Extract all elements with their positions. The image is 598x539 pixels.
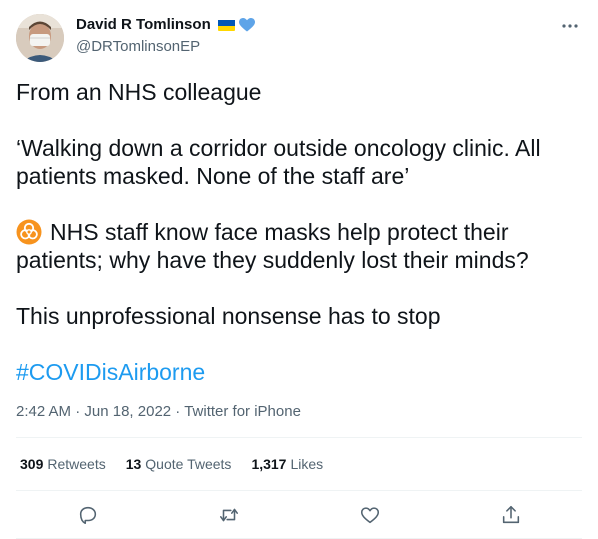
hashtag-link[interactable]: #COVIDisAirborne (16, 358, 205, 386)
tweet-paragraph: ‘Walking down a corridor outside oncolog… (16, 135, 541, 189)
like-icon (360, 507, 380, 524)
like-button[interactable] (357, 502, 383, 528)
retweets-count: 309 (20, 456, 44, 472)
tweet-source-link[interactable]: Twitter for iPhone (184, 403, 301, 420)
more-options-icon[interactable] (558, 14, 582, 38)
tweet-header: David R Tomlinson @DRTomlinsonEP (16, 12, 582, 62)
tweet-time-link[interactable]: 2:42 AM (16, 403, 71, 420)
share-icon (502, 505, 520, 524)
author-handle[interactable]: @DRTomlinsonEP (76, 38, 200, 55)
ukraine-flag-icon (217, 19, 235, 31)
likes-label: Likes (290, 456, 324, 472)
tweet-date-link[interactable]: Jun 18, 2022 (84, 403, 171, 420)
quote-tweets-stat[interactable]: 13 Quote Tweets (126, 456, 232, 472)
reply-button[interactable] (75, 502, 101, 528)
biohazard-icon (16, 219, 42, 245)
retweets-stat[interactable]: 309 Retweets (20, 456, 106, 472)
blue-heart-icon (238, 17, 255, 32)
retweets-label: Retweets (47, 456, 106, 472)
tweet-paragraph: From an NHS colleague (16, 79, 262, 105)
likes-count: 1,317 (251, 456, 287, 472)
engagement-stats: 309 Retweets 13 Quote Tweets 1,317 Likes (20, 456, 323, 472)
tweet-actions-bar (16, 500, 582, 530)
meta-separator: · (71, 403, 85, 420)
retweet-icon (219, 508, 239, 522)
reply-icon (79, 506, 97, 525)
quote-tweets-count: 13 (125, 456, 142, 472)
divider (16, 437, 582, 438)
tweet-paragraph: NHS staff know face masks help protect t… (16, 218, 576, 274)
author-name[interactable]: David R Tomlinson (76, 16, 211, 33)
likes-stat[interactable]: 1,317 Likes (251, 456, 323, 472)
avatar[interactable] (16, 14, 64, 62)
retweet-button[interactable] (216, 502, 242, 528)
author-name-row[interactable]: David R Tomlinson (76, 16, 255, 33)
share-button[interactable] (498, 502, 524, 528)
meta-separator: · (171, 403, 185, 420)
tweet-paragraph: This unprofessional nonsense has to stop (16, 303, 441, 329)
tweet-paragraph-text: NHS staff know face masks help protect t… (16, 219, 529, 273)
quote-tweets-label: Quote Tweets (145, 456, 232, 472)
divider (16, 490, 582, 491)
tweet-metadata: 2:42 AM · Jun 18, 2022 · Twitter for iPh… (16, 403, 301, 420)
